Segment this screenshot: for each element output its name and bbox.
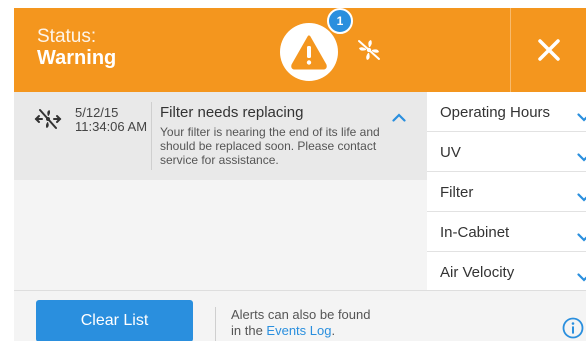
note-line-1: Alerts can also be found (231, 307, 371, 322)
chevron-down-icon (577, 189, 586, 207)
chevron-down-icon (577, 269, 586, 287)
info-icon[interactable] (562, 317, 584, 341)
footer: Clear List Alerts can also be found in t… (14, 290, 586, 341)
alert-timestamp: 5/12/15 11:34:06 AM (75, 106, 147, 134)
clear-list-button[interactable]: Clear List (36, 300, 193, 341)
fan-off-icon (356, 38, 382, 67)
category-item-in-cabinet[interactable]: In-Cabinet (427, 212, 586, 252)
note-suffix: . (331, 323, 336, 338)
category-label: Filter (440, 184, 474, 201)
close-button[interactable] (511, 8, 586, 92)
category-item-air-velocity[interactable]: Air Velocity (427, 252, 586, 292)
category-item-filter[interactable]: Filter (427, 172, 586, 212)
category-label: UV (440, 144, 461, 161)
status-header: Status: Warning 1 (14, 8, 586, 92)
alert-title: Filter needs replacing (160, 104, 304, 121)
alert-description: Your filter is nearing the end of its li… (160, 125, 380, 167)
fan-off-icon (34, 107, 62, 136)
chevron-down-icon (577, 149, 586, 167)
chevron-down-icon (577, 229, 586, 247)
category-item-operating-hours[interactable]: Operating Hours (427, 92, 586, 132)
events-log-note: Alerts can also be found in the Events L… (231, 307, 370, 339)
close-icon (537, 39, 560, 61)
status-value: Warning (37, 47, 117, 69)
alerts-panel: Status: Warning 1 5/12/15 11:34:06 AM Fi… (14, 8, 586, 341)
alert-item[interactable]: 5/12/15 11:34:06 AM Filter needs replaci… (14, 92, 427, 180)
alert-date: 5/12/15 (75, 105, 119, 120)
category-label: Operating Hours (440, 104, 551, 121)
footer-divider (215, 307, 216, 341)
note-line-2: in the Events Log. (231, 323, 370, 339)
category-label: In-Cabinet (440, 224, 510, 241)
alert-divider (151, 102, 152, 170)
events-log-link[interactable]: Events Log (266, 323, 331, 338)
warning-triangle-icon[interactable] (280, 23, 338, 81)
chevron-down-icon (577, 109, 586, 127)
status-label: Status: (37, 26, 97, 47)
chevron-up-icon[interactable] (392, 109, 406, 127)
category-list: Operating Hours UV Filter In-Cabinet Air… (427, 92, 586, 290)
category-label: Air Velocity (440, 264, 515, 281)
note-prefix: in the (231, 323, 267, 338)
alert-count-badge: 1 (327, 8, 353, 34)
alert-time: 11:34:06 AM (75, 119, 148, 134)
category-item-uv[interactable]: UV (427, 132, 586, 172)
